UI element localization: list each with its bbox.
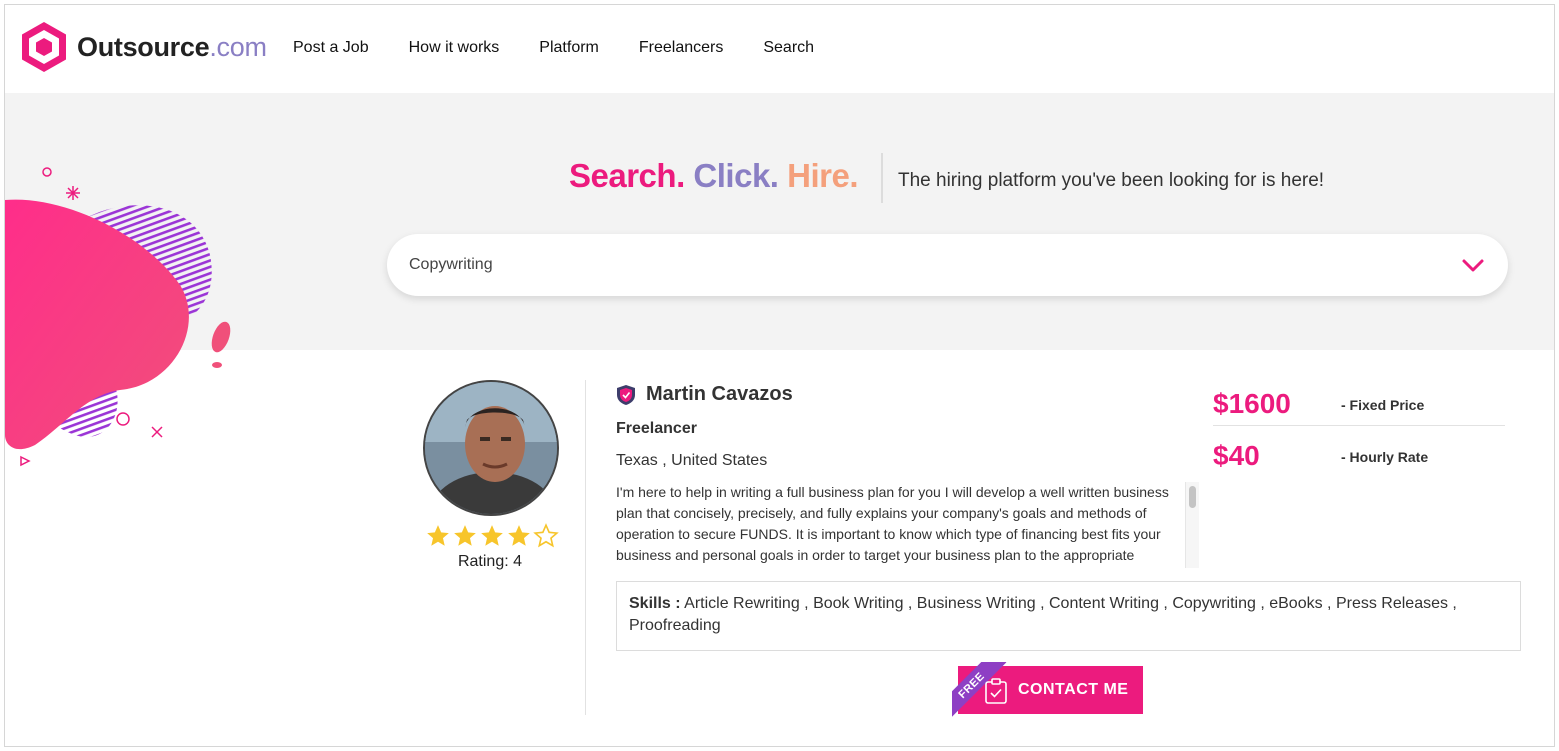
freelancer-avatar[interactable] [423, 380, 559, 516]
nav-platform[interactable]: Platform [539, 39, 599, 57]
profile-divider [585, 380, 586, 715]
skills-box: Skills : Article Rewriting , Book Writin… [616, 581, 1521, 651]
decorative-blobs [5, 167, 231, 467]
price-divider [1213, 425, 1505, 426]
nav-how-it-works[interactable]: How it works [409, 39, 500, 57]
logo-domain: .com [209, 31, 267, 62]
star-filled-icon [481, 525, 503, 546]
bio-scrollbar-thumb[interactable] [1189, 486, 1196, 508]
tagline-divider [881, 153, 883, 203]
logo-text: Outsource.com [77, 32, 267, 63]
tagline-click: Click. [693, 157, 779, 194]
clipboard-check-icon [985, 678, 1007, 704]
skills-list: Article Rewriting , Book Writing , Busin… [629, 595, 1457, 634]
free-ribbon-text: FREE [956, 670, 988, 702]
star-filled-icon [454, 525, 476, 546]
freelancer-location: Texas , United States [616, 452, 768, 469]
star-filled-icon [427, 525, 449, 546]
rating-stars [425, 523, 560, 549]
category-select-value: Copywriting [409, 256, 493, 273]
rating-label: Rating: 4 [457, 553, 523, 570]
tagline: Search. Click. Hire. [569, 157, 859, 195]
hourly-rate-amount: $40 [1213, 440, 1260, 471]
main-nav: Post a Job How it works Platform Freelan… [293, 39, 854, 57]
name-row: Martin Cavazos [616, 383, 793, 406]
hourly-rate-label: - Hourly Rate [1341, 449, 1429, 465]
tagline-search: Search. [569, 157, 685, 194]
app-frame: Outsource.com Post a Job How it works Pl… [4, 4, 1555, 747]
freelancer-name[interactable]: Martin Cavazos [646, 383, 793, 406]
verified-shield-icon [617, 384, 635, 405]
category-select[interactable]: Copywriting [387, 234, 1508, 296]
outsource-logo-icon [22, 22, 66, 72]
tagline-hire: Hire. [787, 157, 859, 194]
contact-me-button[interactable]: FREE CONTACT ME [952, 662, 1143, 718]
avatar-photo [425, 382, 557, 514]
freelancer-role: Freelancer [616, 420, 697, 437]
skills-label: Skills : [629, 595, 681, 612]
site-header: Outsource.com Post a Job How it works Pl… [5, 5, 1554, 93]
nav-search[interactable]: Search [763, 39, 814, 57]
nav-post-a-job[interactable]: Post a Job [293, 39, 369, 57]
fixed-price-label: - Fixed Price [1341, 397, 1425, 413]
bio-scrollbar[interactable] [1185, 482, 1199, 568]
star-empty-icon [533, 523, 559, 548]
logo-name: Outsource [77, 31, 210, 62]
fixed-price-amount: $1600 [1213, 388, 1291, 419]
chevron-down-icon[interactable] [1460, 252, 1486, 278]
star-filled-icon [508, 525, 530, 546]
nav-freelancers[interactable]: Freelancers [639, 39, 723, 57]
freelancer-bio: I'm here to help in writing a full busin… [616, 484, 1169, 563]
hero-subtitle: The hiring platform you've been looking … [898, 170, 1325, 191]
logo[interactable]: Outsource.com [19, 20, 267, 74]
contact-me-label: CONTACT ME [1018, 681, 1129, 698]
